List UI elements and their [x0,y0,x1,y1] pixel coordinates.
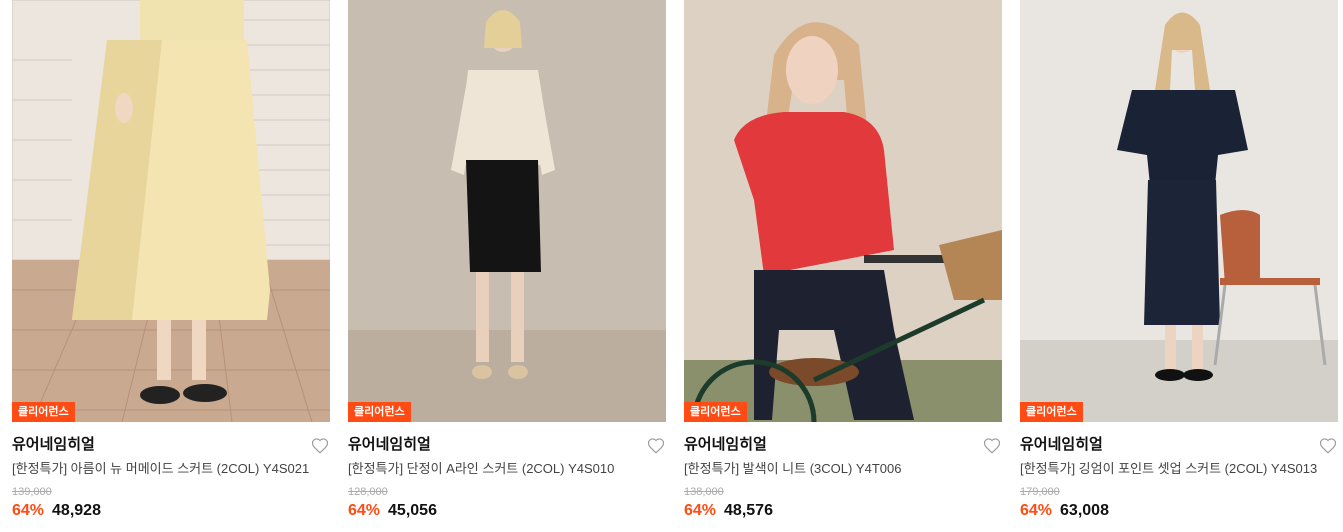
heart-outline-icon[interactable] [1319,437,1337,455]
clearance-badge: 클리어런스 [12,402,75,422]
price-row: 64% 48,928 [12,501,330,521]
product-grid: 클리어런스 유어네임히얼 [한정특가] 아름이 뉴 머메이드 스커트 (2COL… [0,0,1343,532]
heart-outline-icon[interactable] [311,437,329,455]
discount-rate: 64% [348,502,381,519]
original-price: 128,000 [348,486,388,498]
product-image[interactable]: 클리어런스 [348,0,666,422]
product-title[interactable]: [한정특가] 아름이 뉴 머메이드 스커트 (2COL) Y4S021 [12,460,330,478]
product-card[interactable]: 클리어런스 유어네임히얼 [한정특가] 단정이 A라인 스커트 (2COL) Y… [348,0,666,521]
clearance-badge: 클리어런스 [684,402,747,422]
product-card[interactable]: 클리어런스 유어네임히얼 [한정특가] 아름이 뉴 머메이드 스커트 (2COL… [12,0,330,521]
heart-outline-icon[interactable] [983,437,1001,455]
discount-rate: 64% [684,502,717,519]
discount-rate: 64% [12,502,45,519]
brand-name[interactable]: 유어네임히얼 [684,436,767,453]
sale-price: 63,008 [1060,502,1109,519]
original-price: 138,000 [684,486,724,498]
product-title[interactable]: [한정특가] 단정이 A라인 스커트 (2COL) Y4S010 [348,460,666,478]
discount-rate: 64% [1020,502,1053,519]
brand-row: 유어네임히얼 [1020,435,1338,459]
product-image[interactable]: 클리어런스 [1020,0,1338,422]
price-row: 64% 63,008 [1020,501,1338,521]
brand-name[interactable]: 유어네임히얼 [1020,436,1103,453]
original-price: 179,000 [1020,486,1060,498]
product-title[interactable]: [한정특가] 깅엄이 포인트 셋업 스커트 (2COL) Y4S013 [1020,460,1338,478]
sale-price: 48,928 [52,502,101,519]
brand-row: 유어네임히얼 [348,435,666,459]
price-row: 64% 48,576 [684,501,1002,521]
brand-name[interactable]: 유어네임히얼 [348,436,431,453]
clearance-badge: 클리어런스 [1020,402,1083,422]
brand-row: 유어네임히얼 [684,435,1002,459]
sale-price: 45,056 [388,502,437,519]
clearance-badge: 클리어런스 [348,402,411,422]
product-image[interactable]: 클리어런스 [684,0,1002,422]
product-card[interactable]: 클리어런스 유어네임히얼 [한정특가] 깅엄이 포인트 셋업 스커트 (2COL… [1020,0,1338,521]
original-price: 139,000 [12,486,52,498]
product-title[interactable]: [한정특가] 발색이 니트 (3COL) Y4T006 [684,460,1002,478]
price-row: 64% 45,056 [348,501,666,521]
sale-price: 48,576 [724,502,773,519]
brand-row: 유어네임히얼 [12,435,330,459]
heart-outline-icon[interactable] [647,437,665,455]
product-card[interactable]: 클리어런스 유어네임히얼 [한정특가] 발색이 니트 (3COL) Y4T006… [684,0,1002,521]
product-image[interactable]: 클리어런스 [12,0,330,422]
brand-name[interactable]: 유어네임히얼 [12,436,95,453]
